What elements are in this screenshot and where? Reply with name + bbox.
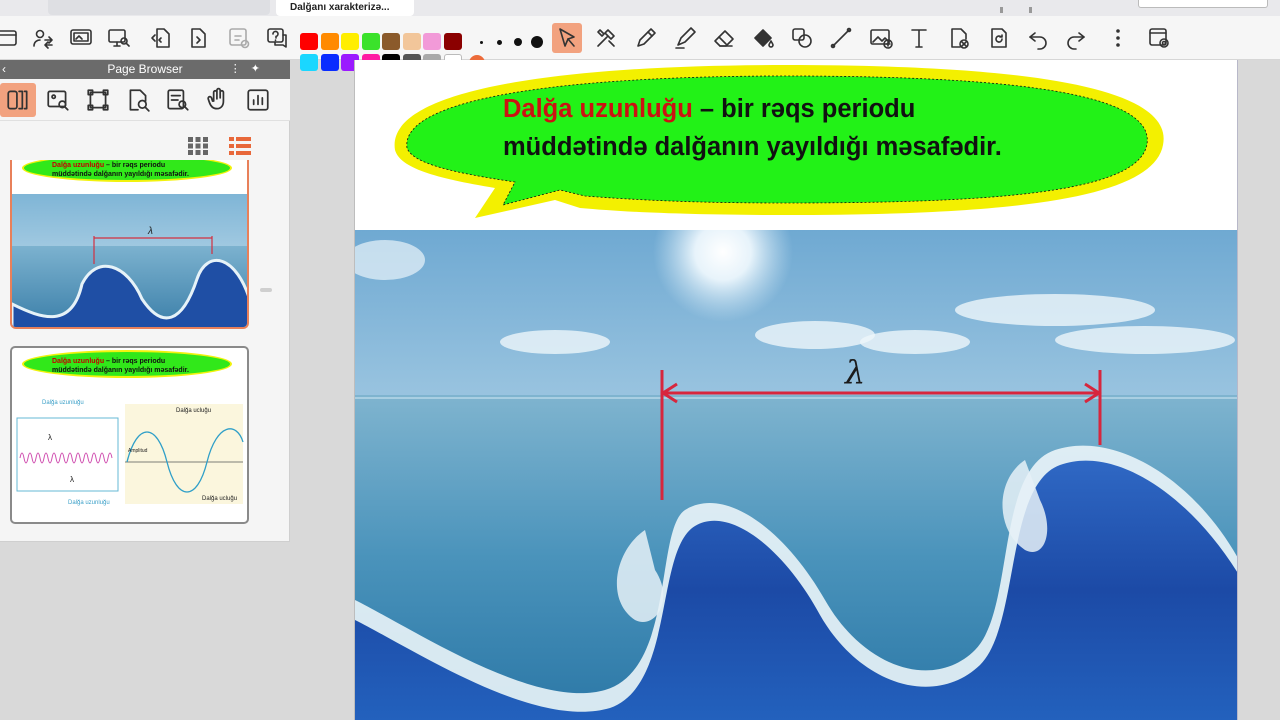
undo-icon[interactable] — [1023, 23, 1053, 53]
page-browser-title: Page Browser — [107, 62, 183, 76]
tab-active[interactable]: Dalğanı xarakterizə... — [276, 0, 414, 16]
definition-line2: müddətində dalğanın yayıldığı məsafədir. — [503, 133, 1002, 161]
list-view-icon[interactable] — [228, 135, 252, 157]
insert-image-icon[interactable] — [866, 23, 896, 53]
chart-icon[interactable] — [240, 83, 276, 117]
thumb1-ocean-image: λ — [12, 194, 247, 327]
redo-icon[interactable] — [1061, 23, 1091, 53]
page-thumbnail-2[interactable]: Dalğa uzunluğu – bir rəqs periodu müddət… — [10, 346, 249, 524]
thumb1-definition-bubble: Dalğa uzunluğu – bir rəqs periodu müddət… — [22, 160, 232, 182]
tab-inactive[interactable] — [48, 0, 270, 15]
thumb2-label-amplitude: Amplitud — [128, 448, 148, 454]
more-options-icon[interactable] — [1103, 23, 1133, 53]
thumb1-lambda: λ — [147, 226, 153, 237]
thumb2-label-bottom-right: Dalğa ucluğu — [202, 496, 237, 502]
color-swatch[interactable] — [320, 33, 339, 50]
monitor-search-icon[interactable] — [104, 23, 134, 53]
window-icon[interactable] — [0, 23, 22, 53]
document-search-icon[interactable] — [120, 83, 156, 117]
list-search-icon[interactable] — [160, 83, 196, 117]
page-browser-header: ‹ Page Browser ⋮✦ — [0, 60, 290, 79]
thumb2-lambda-b: λ — [70, 475, 74, 484]
color-swatch[interactable] — [320, 54, 339, 71]
definition-line1: – bir rəqs periodu — [692, 95, 916, 123]
thumb2-label-top-right: Dalğa ucluğu — [176, 408, 211, 414]
color-swatch[interactable] — [402, 33, 421, 50]
pen-size-4[interactable] — [531, 36, 543, 48]
text-icon[interactable] — [904, 23, 934, 53]
color-swatch[interactable] — [423, 33, 441, 50]
pen-icon[interactable] — [631, 23, 661, 53]
screen-share-icon[interactable] — [66, 23, 96, 53]
delete-page-icon[interactable] — [944, 23, 974, 53]
definition-term: Dalğa uzunluğu — [503, 95, 693, 123]
refresh-page-icon[interactable] — [984, 23, 1014, 53]
crop-frame-icon[interactable] — [80, 83, 116, 117]
thumb2-definition-bubble: Dalğa uzunluğu – bir rəqs periodu müddət… — [22, 350, 232, 378]
pen-size-1[interactable] — [480, 41, 483, 44]
color-swatch[interactable] — [300, 54, 318, 71]
header-menu-icons[interactable]: ⋮✦ — [230, 60, 270, 79]
grid-view-icon[interactable] — [186, 135, 210, 157]
tools-icon[interactable] — [591, 23, 621, 53]
pages-icon[interactable] — [0, 83, 36, 117]
color-swatch[interactable] — [443, 33, 462, 50]
panel-scrollbar[interactable] — [260, 288, 272, 292]
definition-text: Dalğa uzunluğu – bir rəqs periodu müddət… — [503, 90, 1163, 166]
color-swatch[interactable] — [382, 33, 400, 50]
fill-bucket-icon[interactable] — [748, 23, 778, 53]
search-box[interactable] — [1138, 0, 1268, 8]
color-swatch[interactable] — [341, 33, 359, 50]
pen-size-3[interactable] — [514, 38, 522, 46]
disabled-record-icon — [224, 23, 254, 53]
code-document-icon[interactable] — [146, 23, 176, 53]
highlighter-icon[interactable] — [670, 23, 700, 53]
settings-panel-icon[interactable] — [1144, 23, 1174, 53]
lambda-label: λ — [843, 353, 865, 391]
line-icon[interactable] — [826, 23, 856, 53]
pen-size-2[interactable] — [497, 40, 502, 45]
thumb2-label-bottom-left: Dalğa uzunluğu — [68, 500, 110, 506]
page-browser-panel: ‹ Page Browser ⋮✦ Dalğa uzunluğu – bir r… — [0, 60, 290, 542]
page-browser-tools — [0, 79, 290, 121]
image-search-icon[interactable] — [40, 83, 76, 117]
collapse-left-icon[interactable]: ‹ — [2, 60, 6, 79]
ocean-wave-image: λ — [355, 230, 1237, 720]
thumb2-lambda-a: λ — [48, 433, 52, 442]
user-switch-icon[interactable] — [28, 23, 58, 53]
color-swatch[interactable] — [300, 33, 318, 50]
hand-search-icon[interactable] — [200, 83, 236, 117]
thumb2-wave-diagram: Dalğa uzunluğu λ λ Dalğa uzunluğu Dalğa … — [16, 400, 244, 506]
window-controls[interactable] — [1000, 0, 1060, 13]
document-page: Dalğa uzunluğu – bir rəqs periodu müddət… — [354, 60, 1238, 720]
eraser-icon[interactable] — [709, 23, 739, 53]
help-chat-icon[interactable] — [262, 23, 292, 53]
thumb2-label-top-left: Dalğa uzunluğu — [42, 400, 84, 406]
select-arrow-icon[interactable] — [552, 23, 582, 53]
next-document-icon[interactable] — [184, 23, 214, 53]
page-thumbnail-1[interactable]: Dalğa uzunluğu – bir rəqs periodu müddət… — [10, 160, 249, 329]
tab-strip: Dalğanı xarakterizə... — [0, 0, 1280, 16]
color-swatch[interactable] — [361, 33, 380, 50]
shapes-icon[interactable] — [787, 23, 817, 53]
main-toolbar — [0, 16, 1280, 71]
